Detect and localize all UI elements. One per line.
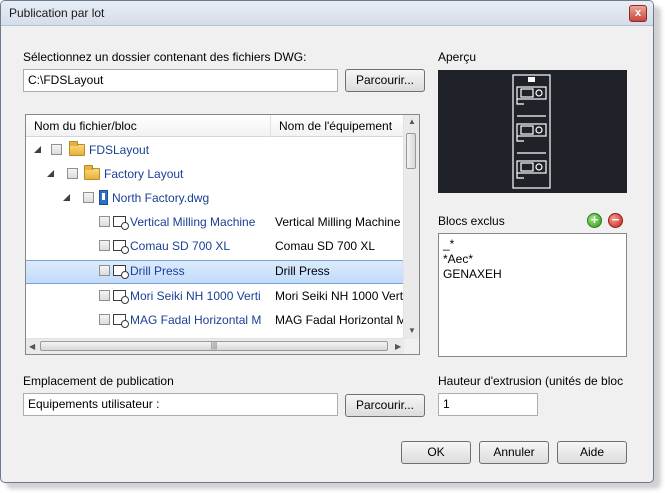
tree-item-label: Factory Layout [104,167,184,181]
tree-row-mag-fadal[interactable]: MAG Fadal Horizontal M MAG Fadal Horizon… [26,309,407,333]
tree-row-comau[interactable]: Comau SD 700 XL Comau SD 700 XL [26,235,407,259]
column-header-equipment[interactable]: Nom de l'équipement [271,115,407,137]
row-checkbox[interactable] [51,144,62,155]
add-icon[interactable]: + [587,213,602,228]
dialog-window: Publication par lot x Sélectionnez un do… [0,0,654,483]
close-button[interactable]: x [629,5,647,22]
scroll-left-icon[interactable]: ◀ [29,342,35,351]
block-preview-drawing [512,74,551,189]
tree-row-drill-press[interactable]: Drill Press Drill Press [26,260,407,284]
ok-button[interactable]: OK [401,441,471,464]
block-icon [113,290,129,304]
equipment-name: MAG Fadal Horizontal Ma [275,313,407,327]
folder-icon [69,141,85,156]
column-header-file[interactable]: Nom du fichier/bloc [26,115,271,137]
folder-icon [84,165,100,180]
title-bar: Publication par lot x [1,1,653,26]
tree-row-north-factory[interactable]: North Factory.dwg [26,187,407,211]
row-checkbox[interactable] [67,168,78,179]
tree-item-label: Mori Seiki NH 1000 Verti [130,289,261,303]
scroll-thumb[interactable]: ||| [40,341,388,351]
close-icon: x [634,7,642,19]
list-item[interactable]: *Aec* [443,252,622,267]
block-icon [113,265,129,279]
tree-item-label: North Factory.dwg [112,191,210,205]
scroll-up-icon[interactable]: ▲ [408,117,416,126]
window-title: Publication par lot [9,6,105,20]
source-folder-label: Sélectionnez un dossier contenant des fi… [23,50,307,64]
row-checkbox[interactable] [99,216,110,227]
tree-item-label: Comau SD 700 XL [130,239,231,253]
publish-browse-button[interactable]: Parcourir... [345,394,425,417]
tree-horizontal-scrollbar[interactable]: ◀ ||| ▶ [26,338,407,354]
block-icon [113,216,129,230]
row-checkbox[interactable] [83,192,94,203]
help-button[interactable]: Aide [557,441,627,464]
row-checkbox[interactable] [99,290,110,301]
scroll-down-icon[interactable]: ▼ [408,326,416,335]
extrusion-height-label: Hauteur d'extrusion (unités de bloc [438,374,624,388]
equipment-name: Comau SD 700 XL [275,239,376,253]
expander-icon[interactable] [47,170,54,177]
cancel-button[interactable]: Annuler [479,441,549,464]
scroll-thumb[interactable] [406,133,416,169]
preview-pane [438,70,627,193]
list-item[interactable]: _* [443,237,622,252]
source-browse-button[interactable]: Parcourir... [345,69,425,92]
tree-row-factory-layout[interactable]: Factory Layout [26,163,407,187]
tree-row-vertical-milling[interactable]: Vertical Milling Machine Vertical Millin… [26,211,407,235]
tree-item-label: Vertical Milling Machine [130,215,256,229]
block-icon [113,314,129,328]
preview-label: Aperçu [438,50,477,64]
tree-item-label: Drill Press [130,264,185,278]
equipment-name: Vertical Milling Machine [275,215,401,229]
excluded-blocks-list[interactable]: _* *Aec* GENAXEH [438,233,627,357]
block-icon [113,240,129,254]
row-checkbox[interactable] [99,240,110,251]
remove-icon[interactable]: − [608,213,623,228]
tree-item-label: FDSLayout [89,143,150,157]
row-checkbox[interactable] [99,265,110,276]
dwg-file-icon [99,190,108,205]
source-path-input[interactable]: C:\FDSLayout [23,69,338,92]
file-block-tree[interactable]: Nom du fichier/bloc Nom de l'équipement … [25,114,420,355]
tree-row-mori-seiki[interactable]: Mori Seiki NH 1000 Verti Mori Seiki NH 1… [26,285,407,309]
scroll-right-icon[interactable]: ▶ [395,342,401,351]
scroll-corner [404,339,419,354]
expander-icon[interactable] [34,146,41,153]
equipment-name: Mori Seiki NH 1000 Vertic [275,289,407,303]
row-checkbox[interactable] [99,314,110,325]
extrusion-height-input[interactable]: 1 [438,393,538,416]
publish-location-input[interactable]: Equipements utilisateur : [23,393,338,416]
expander-icon[interactable] [63,194,70,201]
publish-location-label: Emplacement de publication [23,374,174,388]
tree-item-label: MAG Fadal Horizontal M [130,313,262,327]
tree-row-fdslayout[interactable]: FDSLayout [26,139,407,163]
list-item[interactable]: GENAXEH [443,267,622,282]
equipment-name: Drill Press [275,264,330,278]
excluded-blocks-label: Blocs exclus [438,214,505,228]
tree-vertical-scrollbar[interactable]: ▲ ▼ [403,115,419,339]
